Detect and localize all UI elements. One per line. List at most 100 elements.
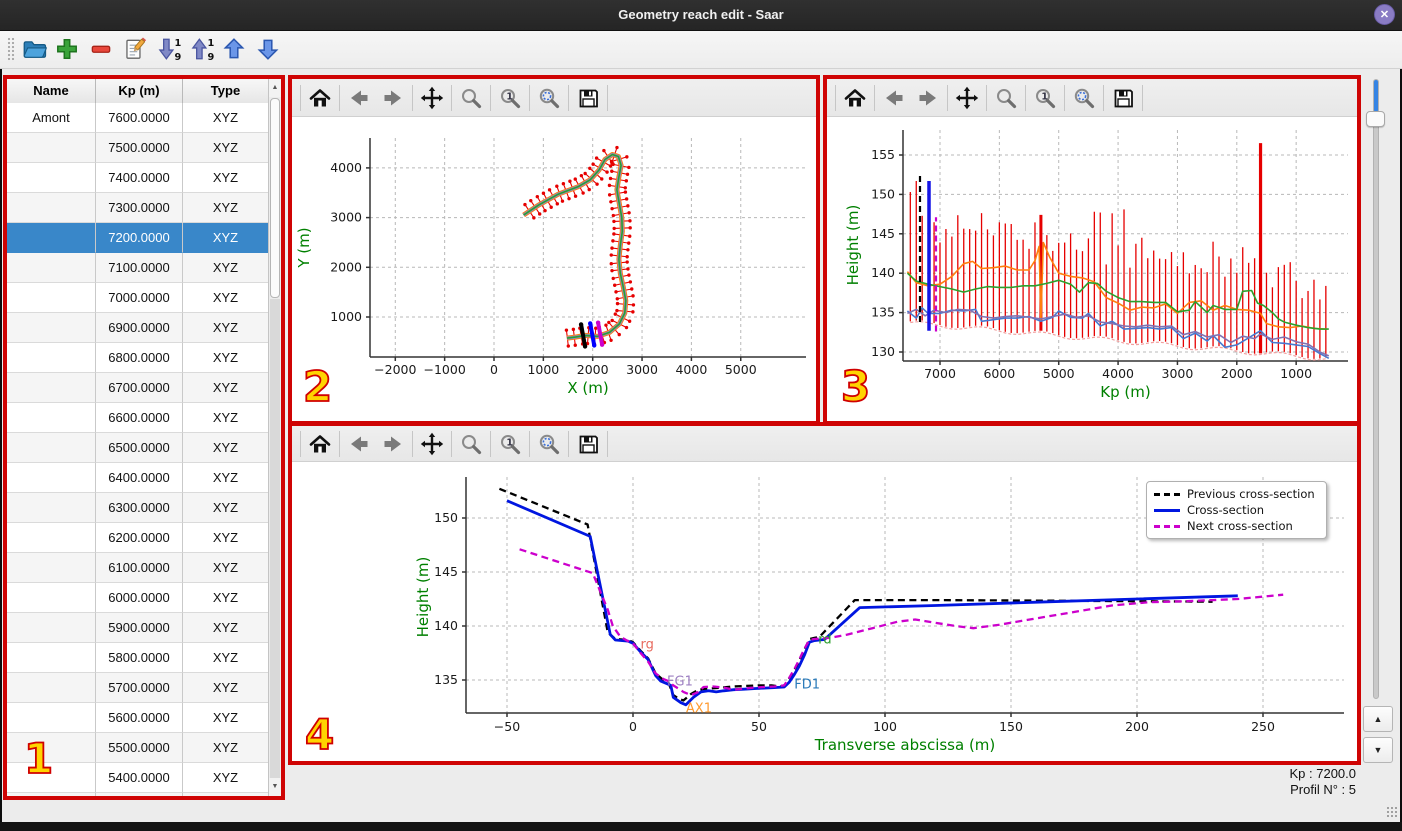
- zoom-icon: [462, 88, 482, 108]
- table-row[interactable]: 6700.0000 XYZ: [7, 373, 268, 403]
- table-row[interactable]: 7200.0000 XYZ: [7, 223, 268, 253]
- move-up-button[interactable]: [220, 35, 248, 63]
- zoom-fit-button[interactable]: [532, 83, 566, 113]
- scrollbar-thumb[interactable]: [270, 98, 280, 298]
- tick-label: 5000: [725, 362, 757, 377]
- sort-descending-button[interactable]: 19: [154, 35, 182, 63]
- cross-section-table-panel: Name Kp (m) Type Amont 7600.0000 XYZ 7500.0…: [3, 75, 285, 800]
- table-row[interactable]: 7500.0000 XYZ: [7, 133, 268, 163]
- save-button[interactable]: [1106, 83, 1140, 113]
- table-row[interactable]: 7400.0000 XYZ: [7, 163, 268, 193]
- home-icon: [309, 434, 331, 452]
- column-header-type[interactable]: Type: [183, 79, 268, 103]
- forward-button[interactable]: [376, 429, 410, 459]
- move-down-button[interactable]: [254, 35, 282, 63]
- next-profile-button[interactable]: ▼: [1363, 737, 1393, 763]
- home-button[interactable]: [838, 83, 872, 113]
- resize-grip[interactable]: [1386, 806, 1398, 818]
- zoom-one-button[interactable]: 1: [1028, 83, 1062, 113]
- cell-type: XYZ: [183, 583, 268, 613]
- legend-line-sample: [1154, 508, 1180, 512]
- table-row[interactable]: 7000.0000 XYZ: [7, 283, 268, 313]
- x-axis-label: X (m): [567, 379, 608, 397]
- table-row[interactable]: 5600.0000 XYZ: [7, 703, 268, 733]
- cell-type: XYZ: [183, 373, 268, 403]
- table-row[interactable]: 5800.0000 XYZ: [7, 643, 268, 673]
- cell-name: [7, 493, 96, 523]
- zoom-one-button[interactable]: 1: [493, 429, 527, 459]
- tick-label: 145: [434, 564, 458, 579]
- zoom-fit-button[interactable]: [1067, 83, 1101, 113]
- table-row[interactable]: 6000.0000 XYZ: [7, 583, 268, 613]
- toolbar-separator: [607, 430, 608, 457]
- cell-type: XYZ: [183, 103, 268, 133]
- edit-cross-section-button[interactable]: [120, 35, 148, 63]
- column-header-kp[interactable]: Kp (m): [96, 79, 183, 103]
- scroll-down-button[interactable]: ▼: [269, 778, 281, 796]
- tick-label: 135: [871, 305, 895, 320]
- cell-kp: 5900.0000: [96, 613, 183, 643]
- add-cross-section-button[interactable]: [53, 35, 81, 63]
- cell-kp: 5600.0000: [96, 703, 183, 733]
- back-button[interactable]: [877, 83, 911, 113]
- save-button[interactable]: [571, 429, 605, 459]
- cell-type: XYZ: [183, 433, 268, 463]
- table-row[interactable]: 6200.0000 XYZ: [7, 523, 268, 553]
- table-row[interactable]: 5700.0000 XYZ: [7, 673, 268, 703]
- back-button[interactable]: [342, 429, 376, 459]
- cross-section-legend: Previous cross-section Cross-section Next …: [1146, 481, 1327, 539]
- table-row[interactable]: 6300.0000 XYZ: [7, 493, 268, 523]
- profile-plot[interactable]: 7000 6000 5000 4000 3000 2000 1000 130 135 140 145…: [827, 117, 1357, 421]
- titlebar[interactable]: Geometry reach edit - Saar ✕: [0, 0, 1402, 31]
- table-row[interactable]: 5300.0000XYZ: [7, 793, 268, 796]
- tick-label: 140: [871, 265, 895, 280]
- zoom-button[interactable]: [989, 83, 1023, 113]
- table-row[interactable]: 7300.0000 XYZ: [7, 193, 268, 223]
- zoom-one-button[interactable]: 1: [493, 83, 527, 113]
- tick-label: 145: [871, 226, 895, 241]
- cell-type: XYZ: [183, 193, 268, 223]
- previous-profile-button[interactable]: ▲: [1363, 706, 1393, 732]
- folder-icon: [23, 41, 48, 58]
- close-button[interactable]: ✕: [1374, 4, 1395, 25]
- table-row[interactable]: 6600.0000 XYZ: [7, 403, 268, 433]
- profile-slider-track[interactable]: [1373, 79, 1379, 699]
- pan-button[interactable]: [415, 429, 449, 459]
- pan-button[interactable]: [950, 83, 984, 113]
- table-row[interactable]: Amont 7600.0000 XYZ: [7, 103, 268, 133]
- zoom-button[interactable]: [454, 429, 488, 459]
- x-axis-label: Transverse abscissa (m): [814, 736, 996, 754]
- home-button[interactable]: [303, 429, 337, 459]
- save-button[interactable]: [571, 83, 605, 113]
- open-button[interactable]: [20, 35, 48, 63]
- cell-name: [7, 283, 96, 313]
- profile-slider-handle[interactable]: [1366, 111, 1385, 127]
- toolbar-grip-handle[interactable]: [7, 37, 15, 62]
- forward-button[interactable]: [911, 83, 945, 113]
- sort-up-icon: 19: [191, 38, 215, 63]
- remove-cross-section-button[interactable]: [87, 35, 115, 63]
- table-row[interactable]: 6800.0000 XYZ: [7, 343, 268, 373]
- cell-type: XYZ: [183, 223, 268, 253]
- forward-button[interactable]: [376, 83, 410, 113]
- home-button[interactable]: [303, 83, 337, 113]
- table-row[interactable]: 6100.0000 XYZ: [7, 553, 268, 583]
- table-row[interactable]: 7100.0000 XYZ: [7, 253, 268, 283]
- legend-line-sample: [1154, 492, 1180, 496]
- table-row[interactable]: 6400.0000 XYZ: [7, 463, 268, 493]
- sort-ascending-button[interactable]: 19: [187, 35, 215, 63]
- plan-view-plot[interactable]: −2000 −1000 0 1000 2000 3000 4000 5000 1000 2000 3…: [292, 117, 816, 421]
- pan-button[interactable]: [415, 83, 449, 113]
- table-scrollbar[interactable]: ▲ ▼: [268, 79, 281, 796]
- table-row[interactable]: 6900.0000 XYZ: [7, 313, 268, 343]
- back-button[interactable]: [342, 83, 376, 113]
- table-row[interactable]: 5900.0000 XYZ: [7, 613, 268, 643]
- scrollbar-track[interactable]: [270, 299, 280, 778]
- table-row[interactable]: 6500.0000 XYZ: [7, 433, 268, 463]
- geometry-reach-edit-window: Geometry reach edit - Saar ✕ 19 19 Name K…: [0, 0, 1402, 831]
- zoom-fit-button[interactable]: [532, 429, 566, 459]
- column-header-name[interactable]: Name: [7, 79, 96, 103]
- scroll-up-button[interactable]: ▲: [269, 79, 281, 97]
- zoom-button[interactable]: [454, 83, 488, 113]
- table-header: Name Kp (m) Type: [7, 79, 268, 104]
